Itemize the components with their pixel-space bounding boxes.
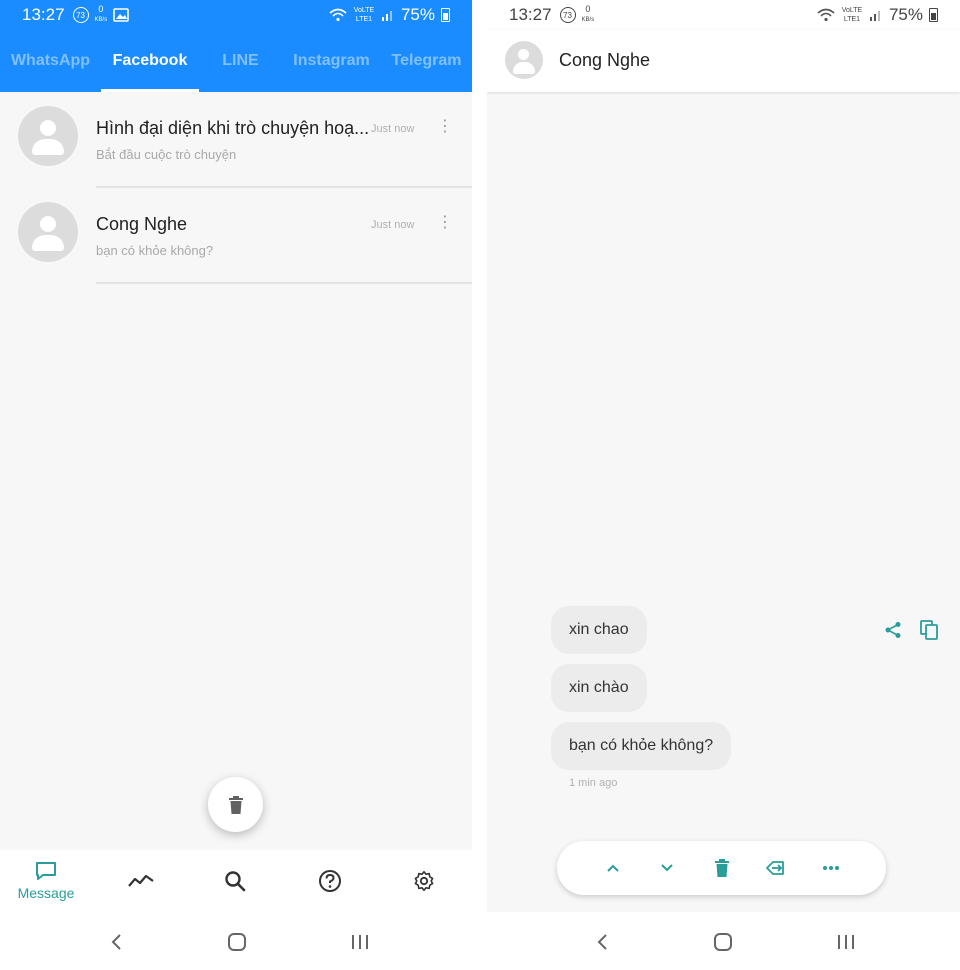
message-bubble[interactable]: xin chào [551,664,647,712]
trend-icon [128,874,154,887]
nav-search[interactable] [205,850,265,912]
wifi-icon [329,8,347,22]
system-navigation [487,912,960,970]
message-time: 1 min ago [569,777,618,789]
nav-settings[interactable] [394,850,454,912]
signal-icon [381,11,392,21]
message-bubble[interactable]: xin chao [551,606,647,654]
tab-telegram[interactable]: Telegram [381,30,472,92]
battery-icon [441,8,450,22]
recents-button[interactable] [348,930,372,954]
share-button[interactable] [883,620,903,640]
nav-trend[interactable] [111,850,171,912]
help-icon [319,870,341,892]
more-button[interactable] [819,856,843,880]
copy-button[interactable] [919,620,939,640]
status-bar: 13:27 73 0 KB/s VoLTE LTE1 75% [487,0,960,30]
conversation-preview: bạn có khỏe không? [96,243,214,258]
back-icon [597,934,607,950]
message-toolbar [557,841,886,895]
home-icon [714,933,732,951]
scroll-down-button[interactable] [655,856,679,880]
gear-icon [414,871,434,891]
more-vertical-icon[interactable]: ⋮ [437,214,453,232]
search-icon [225,871,246,892]
back-icon [111,934,121,950]
avatar [18,202,78,262]
avatar[interactable] [505,41,543,79]
message-icon [36,862,56,880]
recents-icon [838,935,854,949]
network-speed: 0 KB/s [94,4,108,24]
battery-percent: 75% [888,5,923,24]
app-tabs: WhatsApp Facebook LINE Instagram Telegra… [0,30,472,92]
status-time: 13:27 [22,5,65,24]
home-icon [228,933,246,951]
scroll-up-button[interactable] [601,856,625,880]
home-button[interactable] [711,930,735,954]
conversation-time: Just now [371,219,415,231]
conversation-time: Just now [371,123,415,135]
chevron-up-icon [607,864,619,872]
status-time: 13:27 [509,5,552,24]
status-bar: 13:27 73 0 KB/s VoLTE LTE1 75% [0,0,472,30]
chat-list-screen: 13:27 73 0 KB/s VoLTE LTE1 75% WhatsApp … [0,0,472,970]
tab-whatsapp[interactable]: WhatsApp [0,30,101,92]
conversation-item[interactable]: Hình đại diện khi trò chuyện hoạ... Bắt … [0,92,472,188]
nav-message[interactable]: Message [16,850,76,912]
recents-button[interactable] [834,930,858,954]
trash-icon [228,795,243,814]
battery-icon [929,8,938,22]
notification-count-icon: 73 [559,7,576,23]
network-type: VoLTE LTE1 [353,7,375,23]
divider [96,282,472,284]
chat-header: Cong Nghe [487,30,960,92]
conversation-name: Cong Nghe [96,214,188,234]
trash-icon [715,859,729,877]
copy-icon [920,620,938,640]
back-button[interactable] [104,930,128,954]
delete-fab-button[interactable] [208,777,263,832]
nav-help[interactable] [300,850,360,912]
gallery-icon [113,8,130,22]
home-button[interactable] [225,930,249,954]
battery-percent: 75% [400,5,435,24]
wifi-icon [817,8,835,22]
export-button[interactable] [764,856,788,880]
signal-icon [869,11,880,21]
network-speed: 0 KB/s [581,4,595,24]
chevron-down-icon [661,864,673,872]
avatar [18,106,78,166]
notification-count-icon: 73 [72,7,89,23]
conversation-item[interactable]: Cong Nghe bạn có khỏe không? Just now ⋮ [0,188,472,284]
tab-instagram[interactable]: Instagram [282,30,381,92]
export-icon [766,861,784,875]
chat-screen: 13:27 73 0 KB/s VoLTE LTE1 75% Cong Nghe… [487,0,960,970]
system-navigation [0,912,472,970]
conversation-name: Hình đại diện khi trò chuyện hoạ... [96,118,370,138]
tab-line[interactable]: LINE [199,30,282,92]
tab-facebook[interactable]: Facebook [101,30,199,92]
more-horizontal-icon [823,866,839,870]
message-bubble[interactable]: bạn có khỏe không? [551,722,732,770]
back-button[interactable] [590,930,614,954]
chat-title: Cong Nghe [559,50,651,70]
network-type: VoLTE LTE1 [841,7,863,23]
recents-icon [352,935,368,949]
more-vertical-icon[interactable]: ⋮ [437,118,453,136]
screen-divider [472,0,487,970]
bottom-navigation: Message [0,850,472,912]
conversation-preview: Bắt đầu cuộc trò chuyện [96,147,237,162]
share-icon [885,622,901,638]
nav-message-label: Message [17,885,75,901]
delete-button[interactable] [710,856,734,880]
